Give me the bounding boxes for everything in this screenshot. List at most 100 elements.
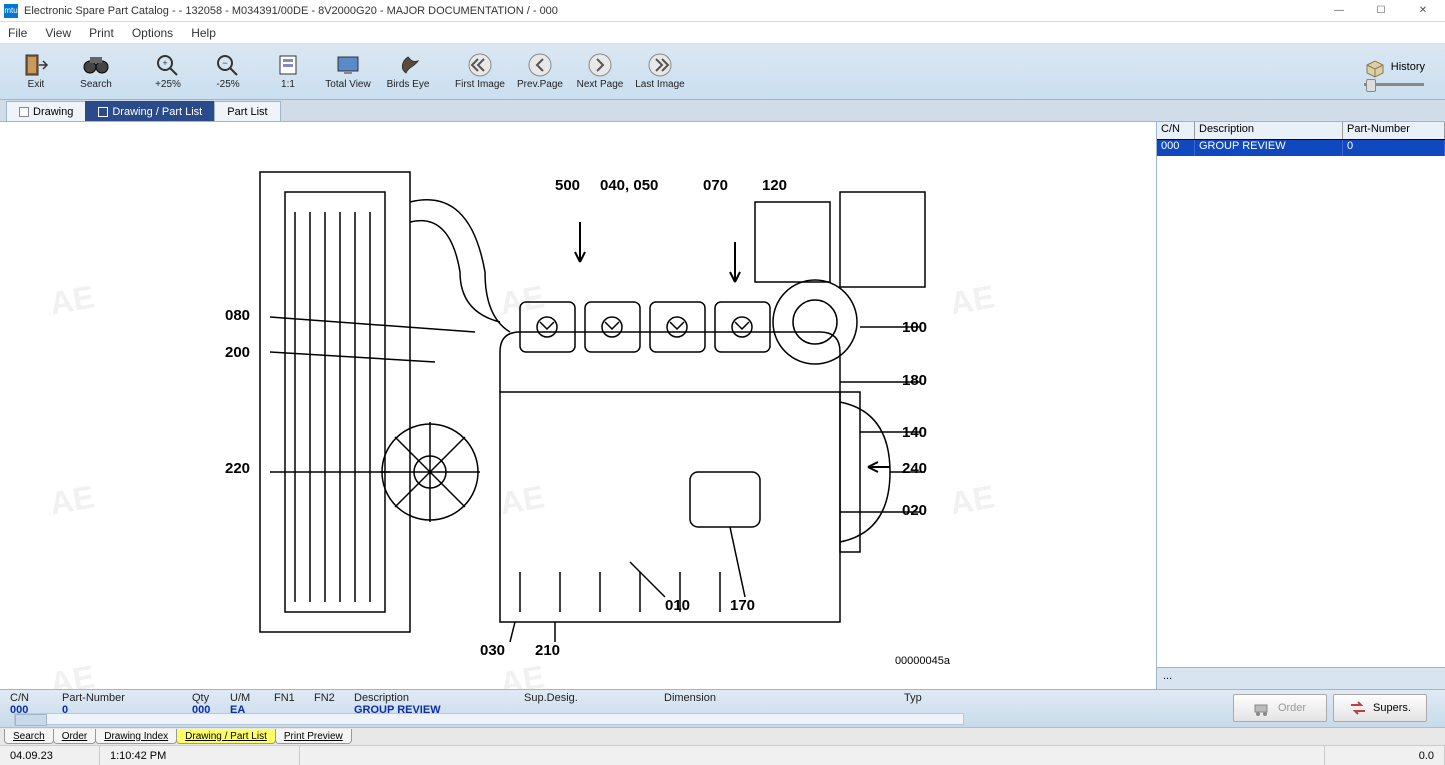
btab-drawing-index[interactable]: Drawing Index	[95, 729, 177, 744]
watermark: AE	[47, 658, 97, 689]
engine-diagram	[200, 132, 960, 672]
menu-view[interactable]: View	[45, 26, 71, 40]
detail-head-pn: Part-Number	[62, 692, 182, 704]
callout-040-050: 040, 050	[600, 177, 658, 194]
supers-button[interactable]: Supers.	[1333, 694, 1427, 722]
btab-order[interactable]: Order	[53, 729, 97, 744]
cell-description: GROUP REVIEW	[1195, 140, 1343, 156]
part-list-header: C/N Description Part-Number	[1157, 122, 1445, 140]
callout-030: 030	[480, 642, 505, 659]
col-part-number[interactable]: Part-Number	[1343, 122, 1445, 139]
main-area: AE AE AE AE AE AE AE AE	[0, 122, 1445, 689]
toolbar: Exit Search + +25% − -25% 1:1 Total View	[0, 44, 1445, 100]
svg-text:−: −	[222, 58, 227, 68]
part-list-footer: ...	[1157, 667, 1445, 689]
exit-button[interactable]: Exit	[8, 46, 64, 98]
first-image-button[interactable]: First Image	[452, 46, 508, 98]
part-list-row[interactable]: 000 GROUP REVIEW 0	[1157, 140, 1445, 156]
btab-drawing-part-list[interactable]: Drawing / Part List	[176, 729, 276, 744]
status-bar: 04.09.23 1:10:42 PM 0.0	[0, 745, 1445, 765]
col-description[interactable]: Description	[1195, 122, 1343, 139]
detail-head-dim: Dimension	[664, 692, 894, 704]
status-spacer	[300, 746, 1325, 765]
menu-print[interactable]: Print	[89, 26, 114, 40]
watermark: AE	[47, 278, 97, 322]
callout-020: 020	[902, 502, 927, 519]
swap-icon	[1349, 700, 1367, 716]
menu-file[interactable]: File	[8, 26, 27, 40]
detail-head-fn2: FN2	[314, 692, 344, 704]
menu-help[interactable]: Help	[191, 26, 216, 40]
zoom-reset-button[interactable]: 1:1	[260, 46, 316, 98]
btab-search[interactable]: Search	[4, 729, 54, 744]
detail-scrollbar[interactable]	[14, 713, 964, 725]
detail-head-qty: Qty	[192, 692, 220, 704]
callout-100: 100	[902, 319, 927, 336]
status-date: 04.09.23	[0, 746, 100, 765]
screen-icon	[334, 53, 362, 77]
magnifier-plus-icon: +	[154, 53, 182, 77]
menu-options[interactable]: Options	[132, 26, 173, 40]
next-icon	[586, 53, 614, 77]
menu-bar: File View Print Options Help	[0, 22, 1445, 44]
history-button[interactable]: History	[1363, 57, 1437, 86]
magnifier-minus-icon: −	[214, 53, 242, 77]
cell-part-number: 0	[1343, 140, 1445, 156]
callout-180: 180	[902, 372, 927, 389]
order-button[interactable]: Order	[1233, 694, 1327, 722]
search-button[interactable]: Search	[68, 46, 124, 98]
callout-210: 210	[535, 642, 560, 659]
checkbox-icon	[98, 107, 108, 117]
minimize-button[interactable]: —	[1327, 2, 1351, 20]
door-exit-icon	[22, 53, 50, 77]
last-icon	[646, 53, 674, 77]
history-slider[interactable]	[1364, 83, 1424, 86]
status-time: 1:10:42 PM	[100, 746, 300, 765]
bottom-tabs: Search Order Drawing Index Drawing / Par…	[0, 727, 1445, 745]
close-button[interactable]: ✕	[1411, 2, 1435, 20]
page-fit-icon	[274, 53, 302, 77]
title-bar: mtu Electronic Spare Part Catalog - - 13…	[0, 0, 1445, 22]
callout-170: 170	[730, 597, 755, 614]
callout-240: 240	[902, 460, 927, 477]
maximize-button[interactable]: ☐	[1369, 2, 1393, 20]
callout-140: 140	[902, 424, 927, 441]
tab-part-list[interactable]: Part List	[214, 101, 280, 121]
zoom-in-button[interactable]: + +25%	[140, 46, 196, 98]
callout-120: 120	[762, 177, 787, 194]
detail-head-sd: Sup.Desig.	[524, 692, 654, 704]
cart-icon	[1254, 700, 1272, 716]
total-view-button[interactable]: Total View	[320, 46, 376, 98]
detail-head-cn: C/N	[10, 692, 52, 704]
first-icon	[466, 53, 494, 77]
part-list-body[interactable]	[1157, 156, 1445, 667]
bird-icon	[394, 53, 422, 77]
checkbox-icon	[19, 107, 29, 117]
prev-page-button[interactable]: Prev.Page	[512, 46, 568, 98]
callout-200: 200	[225, 344, 250, 361]
detail-bar: C/N000 Part-Number0 Qty000 U/MEA FN1 FN2…	[0, 689, 1445, 727]
watermark: AE	[47, 478, 97, 522]
last-image-button[interactable]: Last Image	[632, 46, 688, 98]
callout-010: 010	[665, 597, 690, 614]
next-page-button[interactable]: Next Page	[572, 46, 628, 98]
tab-drawing-part-list[interactable]: Drawing / Part List	[85, 101, 215, 121]
birds-eye-button[interactable]: Birds Eye	[380, 46, 436, 98]
tab-drawing[interactable]: Drawing	[6, 101, 86, 121]
callout-500: 500	[555, 177, 580, 194]
drawing-pane[interactable]: AE AE AE AE AE AE AE AE	[0, 122, 1157, 689]
detail-head-typ: Typ	[904, 692, 954, 704]
zoom-out-button[interactable]: − -25%	[200, 46, 256, 98]
svg-text:+: +	[162, 58, 167, 68]
detail-head-fn1: FN1	[274, 692, 304, 704]
prev-icon	[526, 53, 554, 77]
callout-080: 080	[225, 307, 250, 324]
status-value: 0.0	[1325, 746, 1445, 765]
window-title: Electronic Spare Part Catalog - - 132058…	[24, 5, 1327, 17]
app-icon: mtu	[4, 4, 18, 18]
btab-print-preview[interactable]: Print Preview	[275, 729, 352, 744]
drawing-id: 00000045a	[895, 655, 950, 667]
col-cn[interactable]: C/N	[1157, 122, 1195, 139]
callout-220: 220	[225, 460, 250, 477]
view-tabs: Drawing Drawing / Part List Part List	[0, 100, 1445, 122]
